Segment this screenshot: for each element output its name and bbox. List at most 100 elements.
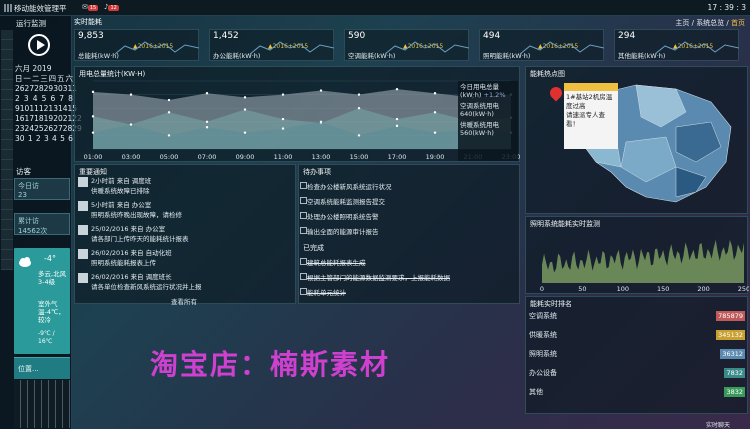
done-item[interactable]: 能耗单元统计 (300, 287, 346, 297)
side-icon-strip[interactable] (1, 30, 13, 270)
calendar-day[interactable]: 25 (34, 124, 44, 134)
usage-point[interactable] (395, 117, 399, 121)
calendar-days[interactable]: 2627282930311234567891011121314151617181… (15, 84, 82, 144)
calendar-day[interactable]: 13 (48, 104, 58, 114)
notice-item[interactable]: 25/02/2016 来自 办公室 请各部门上传昨天的能耗统计报表 (78, 225, 189, 243)
usage-point[interactable] (395, 124, 399, 128)
calendar-day[interactable]: 28 (34, 84, 44, 94)
calendar-day[interactable]: 12 (39, 104, 49, 114)
usage-point[interactable] (357, 93, 361, 96)
breadcrumb-current[interactable]: 首页 (731, 19, 745, 27)
calendar-day[interactable]: 27 (53, 124, 63, 134)
calendar-day[interactable]: 26 (44, 124, 54, 134)
calendar-day[interactable]: 2 (36, 134, 41, 144)
usage-point[interactable] (319, 89, 323, 92)
usage-point[interactable] (167, 134, 171, 137)
calendar-day[interactable]: 2 (15, 94, 20, 104)
calendar-day[interactable]: 27 (25, 84, 35, 94)
calendar-day[interactable]: 1 (28, 134, 33, 144)
usage-point[interactable] (205, 120, 209, 123)
usage-point[interactable] (243, 96, 247, 99)
usage-point[interactable] (243, 108, 247, 111)
usage-point[interactable] (205, 92, 209, 95)
calendar-day[interactable]: 26 (15, 84, 25, 94)
kpi-card[interactable]: 9,853 ▲2016+2015 总能耗(kW·h) (74, 29, 199, 61)
todo-item[interactable]: 输出全面的能源审计报告 (300, 226, 379, 236)
usage-point[interactable] (433, 131, 437, 134)
todo-item[interactable]: 检查办公楼新风系统运行状况 (300, 181, 392, 191)
done-item[interactable]: 建筑总能耗报表生成 (300, 257, 366, 267)
calendar-day[interactable]: 16 (15, 114, 25, 124)
usage-point[interactable] (357, 134, 361, 137)
usage-point[interactable] (281, 117, 285, 121)
calendar-day[interactable]: 21 (63, 114, 73, 124)
calendar-day[interactable]: 29 (44, 84, 54, 94)
usage-point[interactable] (167, 98, 171, 102)
calendar-day[interactable]: 20 (53, 114, 63, 124)
usage-point[interactable] (357, 107, 361, 110)
notice-item[interactable]: 2小时前 来自 调度班 供暖系统故障已排除 (78, 177, 151, 195)
calendar-day[interactable]: 3 (24, 94, 29, 104)
menu-grid-icon[interactable] (4, 4, 12, 12)
calendar-day[interactable]: 6 (50, 94, 55, 104)
kpi-sparkline (250, 41, 334, 55)
todo-item[interactable]: 空调系统能耗监测报告提交 (300, 196, 385, 206)
calendar-day[interactable]: 11 (29, 104, 39, 114)
usage-point[interactable] (319, 120, 323, 123)
calendar-day[interactable]: 19 (44, 114, 54, 124)
bell-icon[interactable]: ♪ 12 (104, 3, 119, 11)
alert-popup[interactable]: 1#基站2机房温 度过高 请速派专人查 看！ (564, 83, 618, 149)
calendar-day[interactable]: 7 (59, 94, 64, 104)
location-bar[interactable]: 位置... (14, 357, 70, 379)
calendar-day[interactable]: 3 (44, 134, 49, 144)
calendar-day[interactable]: 4 (33, 94, 38, 104)
calendar-day[interactable]: 5 (42, 94, 47, 104)
calendar-day[interactable]: 30 (53, 84, 63, 94)
breadcrumb-home[interactable]: 主页 (675, 19, 689, 27)
calendar-day[interactable]: 4 (52, 134, 57, 144)
calendar-day[interactable]: 28 (63, 124, 73, 134)
calendar-month[interactable]: 六月 2019 (15, 64, 73, 74)
usage-point[interactable] (433, 92, 437, 95)
kpi-value: 494 (483, 31, 501, 41)
calendar-day[interactable]: 8 (68, 94, 73, 104)
usage-point[interactable] (395, 87, 399, 91)
notice-item[interactable]: 26/02/2016 来自 自动化班 照明系统能耗报表上传 (78, 249, 172, 267)
play-icon[interactable] (28, 34, 50, 56)
calendar-day[interactable]: 10 (20, 104, 30, 114)
usage-point[interactable] (281, 93, 285, 96)
usage-x-tick: 19:00 (426, 153, 445, 161)
notice-item[interactable]: 5小时前 来自 办公室 照明系统昨晚出现故障，请检修 (78, 201, 182, 219)
calendar-day[interactable]: 23 (15, 124, 25, 134)
usage-point[interactable] (243, 131, 247, 134)
usage-point[interactable] (205, 126, 209, 129)
calendar-day[interactable]: 24 (25, 124, 35, 134)
notice-item[interactable]: 26/02/2016 来自 调度班长 请各单位检查新风系统运行状况并上报 (78, 273, 202, 291)
todo-item[interactable]: 处理办公楼照明系统告警 (300, 211, 379, 221)
usage-point[interactable] (129, 93, 133, 96)
done-item[interactable]: 根据主管部门的能源数据监测要求，上报能耗数据 (300, 272, 450, 282)
usage-point[interactable] (281, 127, 285, 130)
chat-status[interactable]: 实时聊天 (706, 420, 730, 429)
kpi-card[interactable]: 494 ▲2016+2015 照明能耗(kW·h) (479, 29, 604, 61)
usage-point[interactable] (129, 123, 133, 126)
kpi-card[interactable]: 1,452 ▲2016+2015 办公能耗(kW·h) (209, 29, 334, 61)
kpi-card[interactable]: 590 ▲2016+2015 空调能耗(kW·h) (344, 29, 469, 61)
usage-point[interactable] (167, 111, 171, 114)
calendar-day[interactable]: 30 (15, 134, 25, 144)
usage-point[interactable] (433, 111, 437, 114)
breadcrumb-overview[interactable]: 系统总览 (696, 19, 724, 27)
usage-point[interactable] (91, 131, 95, 134)
calendar-day[interactable]: 5 (60, 134, 65, 144)
calendar-day[interactable]: 14 (58, 104, 68, 114)
calendar-day[interactable]: 18 (34, 114, 44, 124)
usage-point[interactable] (91, 90, 95, 94)
equalizer-sliders[interactable] (14, 380, 70, 428)
calendar-day[interactable]: 31 (63, 84, 73, 94)
view-all-link[interactable]: 查看所有 (171, 296, 197, 306)
usage-point[interactable] (91, 115, 95, 118)
mail-icon[interactable]: ✉ 15 (82, 3, 99, 11)
calendar-day[interactable]: 17 (25, 114, 35, 124)
kpi-card[interactable]: 294 ▲2016+2015 其他能耗(kW·h) (614, 29, 739, 61)
calendar-day[interactable]: 6 (68, 134, 73, 144)
